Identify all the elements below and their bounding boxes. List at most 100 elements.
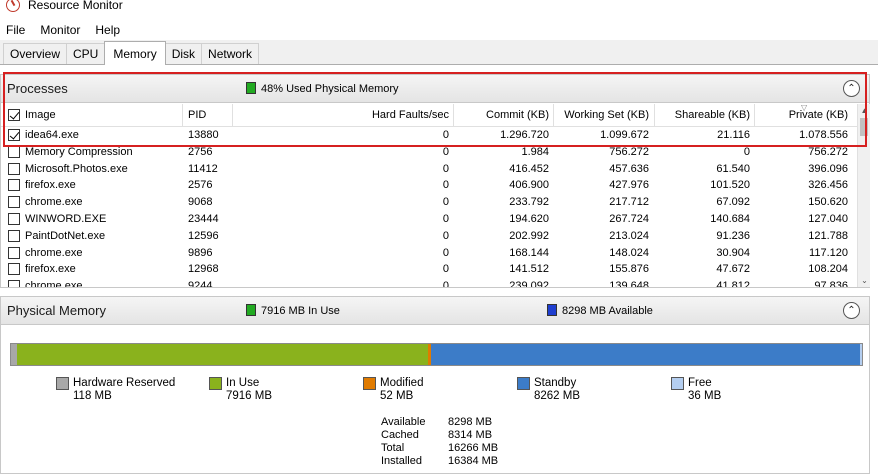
cell-hard-faults: 0 (442, 179, 449, 192)
summary-row: Installed 16384 MB (381, 455, 501, 468)
cell-pid: 12968 (188, 263, 219, 276)
sort-descending-icon: ▽ (801, 104, 808, 112)
cell-commit: 202.992 (509, 229, 549, 242)
col-hard-faults[interactable]: Hard Faults/sec (232, 104, 449, 127)
legend-value: 118 MB (73, 390, 112, 402)
row-checkbox[interactable] (8, 212, 20, 225)
col-commit[interactable]: Commit (KB) (453, 104, 549, 127)
legend-label: Free (688, 377, 712, 389)
cell-shareable: 47.672 (716, 263, 750, 276)
legend-swatch-icon (671, 377, 684, 390)
table-row[interactable]: idea64.exe 13880 0 1.296.720 1.099.672 21.116… (1, 127, 857, 144)
cell-commit: 1.984 (521, 145, 549, 158)
col-working-set[interactable]: Working Set (KB) (553, 104, 649, 127)
row-checkbox[interactable] (8, 179, 20, 192)
cell-image: idea64.exe (25, 129, 79, 141)
cell-image: Microsoft.Photos.exe (25, 162, 128, 175)
window-title: Resource Monitor (28, 0, 123, 12)
physical-memory-section: Physical Memory 7916 MB In Use 8298 MB A… (0, 296, 870, 474)
cell-working-set: 1.099.672 (600, 129, 649, 141)
cell-private: 1.078.556 (799, 129, 848, 141)
table-row[interactable]: chrome.exe 9896 0 168.144 148.024 30.904 117.1… (1, 245, 857, 262)
legend-label: Standby (534, 377, 577, 389)
table-row[interactable]: chrome.exe 9244 0 239.092 139.648 41.812 97.83… (1, 278, 857, 287)
cell-commit: 239.092 (509, 280, 549, 287)
table-header: Image PID Hard Faults/sec Commit (KB) Wo… (1, 104, 857, 127)
legend-swatch-icon (363, 377, 376, 390)
available-indicator: 8298 MB Available (547, 304, 653, 317)
row-checkbox[interactable] (8, 129, 20, 141)
row-checkbox[interactable] (8, 145, 20, 158)
table-row[interactable]: WINWORD.EXE 23444 0 194.620 267.724 140.684 12… (1, 211, 857, 228)
collapse-processes-button[interactable]: ⌃ (843, 80, 860, 97)
cell-commit: 406.900 (509, 179, 549, 192)
cell-private: 150.620 (808, 196, 848, 209)
tab-memory[interactable]: Memory (104, 41, 166, 65)
tab-overview[interactable]: Overview (3, 43, 68, 64)
cell-working-set: 217.712 (609, 196, 649, 209)
cell-working-set: 267.724 (609, 212, 649, 225)
row-checkbox[interactable] (8, 280, 20, 287)
col-pid[interactable]: PID (188, 104, 206, 127)
summary-value: 8314 MB (448, 429, 493, 441)
menu-file[interactable]: File (6, 23, 25, 37)
table-row[interactable]: chrome.exe 9068 0 233.792 217.712 67.092 150.6… (1, 194, 857, 211)
cell-commit: 233.792 (509, 196, 549, 209)
row-checkbox[interactable] (8, 246, 20, 259)
cell-shareable: 140.684 (710, 212, 750, 225)
menu-monitor[interactable]: Monitor (40, 23, 80, 37)
table-row[interactable]: firefox.exe 12968 0 141.512 155.876 47.672 108… (1, 261, 857, 278)
cell-shareable: 0 (743, 145, 750, 158)
table-row[interactable]: Microsoft.Photos.exe 11412 0 416.452 457.636… (1, 161, 857, 178)
table-row[interactable]: PaintDotNet.exe 12596 0 202.992 213.024 91.23… (1, 228, 857, 245)
tab-disk[interactable]: Disk (164, 43, 203, 64)
title-bar: Resource Monitor (0, 0, 878, 16)
summary-row: Total 16266 MB (381, 442, 501, 455)
cell-shareable: 101.520 (710, 179, 750, 192)
table-row[interactable]: firefox.exe 2576 0 406.900 427.976 101.520 326… (1, 177, 857, 194)
scroll-down-icon[interactable]: ⌄ (858, 274, 871, 287)
cell-working-set: 457.636 (609, 162, 649, 175)
table-row[interactable]: Memory Compression 2756 0 1.984 756.272 0 756.… (1, 144, 857, 161)
process-rows: idea64.exe 13880 0 1.296.720 1.099.672 21.116… (1, 127, 857, 287)
cell-commit: 1.296.720 (500, 129, 549, 141)
processes-scrollbar[interactable]: ▲ ⌄ (857, 104, 870, 287)
summary-label: Total (381, 442, 405, 454)
cell-working-set: 756.272 (609, 145, 649, 158)
physical-memory-header[interactable]: Physical Memory 7916 MB In Use 8298 MB A… (1, 297, 869, 325)
resource-monitor-icon (6, 0, 20, 12)
cell-image: chrome.exe (25, 196, 83, 209)
tab-cpu[interactable]: CPU (66, 43, 106, 64)
scroll-up-icon[interactable]: ▲ (858, 104, 871, 117)
row-checkbox[interactable] (8, 263, 20, 276)
in-use-text: 7916 MB In Use (261, 305, 340, 317)
cell-shareable: 67.092 (716, 196, 750, 209)
col-shareable[interactable]: Shareable (KB) (654, 104, 750, 127)
used-memory-indicator: 48% Used Physical Memory (246, 82, 399, 95)
cell-working-set: 213.024 (609, 229, 649, 242)
menu-help[interactable]: Help (95, 23, 120, 37)
legend-value: 7916 MB (226, 390, 273, 402)
collapse-physical-memory-button[interactable]: ⌃ (843, 302, 860, 319)
col-image[interactable]: Image (25, 104, 56, 127)
row-checkbox[interactable] (8, 162, 20, 175)
in-use-indicator: 7916 MB In Use (246, 304, 340, 317)
cell-image: firefox.exe (25, 263, 76, 276)
cell-hard-faults: 0 (442, 229, 449, 242)
cell-private: 108.204 (808, 263, 848, 276)
tab-network[interactable]: Network (201, 43, 260, 64)
cell-working-set: 427.976 (609, 179, 649, 192)
summary-value: 8298 MB (448, 416, 493, 428)
processes-header[interactable]: Processes 48% Used Physical Memory ⌃ (1, 75, 869, 103)
summary-label: Installed (381, 455, 422, 467)
available-color-icon (547, 304, 557, 316)
scroll-thumb[interactable] (860, 118, 868, 136)
row-checkbox[interactable] (8, 229, 20, 242)
row-checkbox[interactable] (8, 196, 20, 209)
cell-pid: 2576 (188, 179, 213, 192)
column-divider[interactable] (182, 104, 183, 127)
cell-commit: 168.144 (509, 246, 549, 259)
cell-working-set: 139.648 (609, 280, 649, 287)
select-all-checkbox[interactable] (8, 109, 20, 121)
memory-usage-bar (10, 343, 863, 366)
